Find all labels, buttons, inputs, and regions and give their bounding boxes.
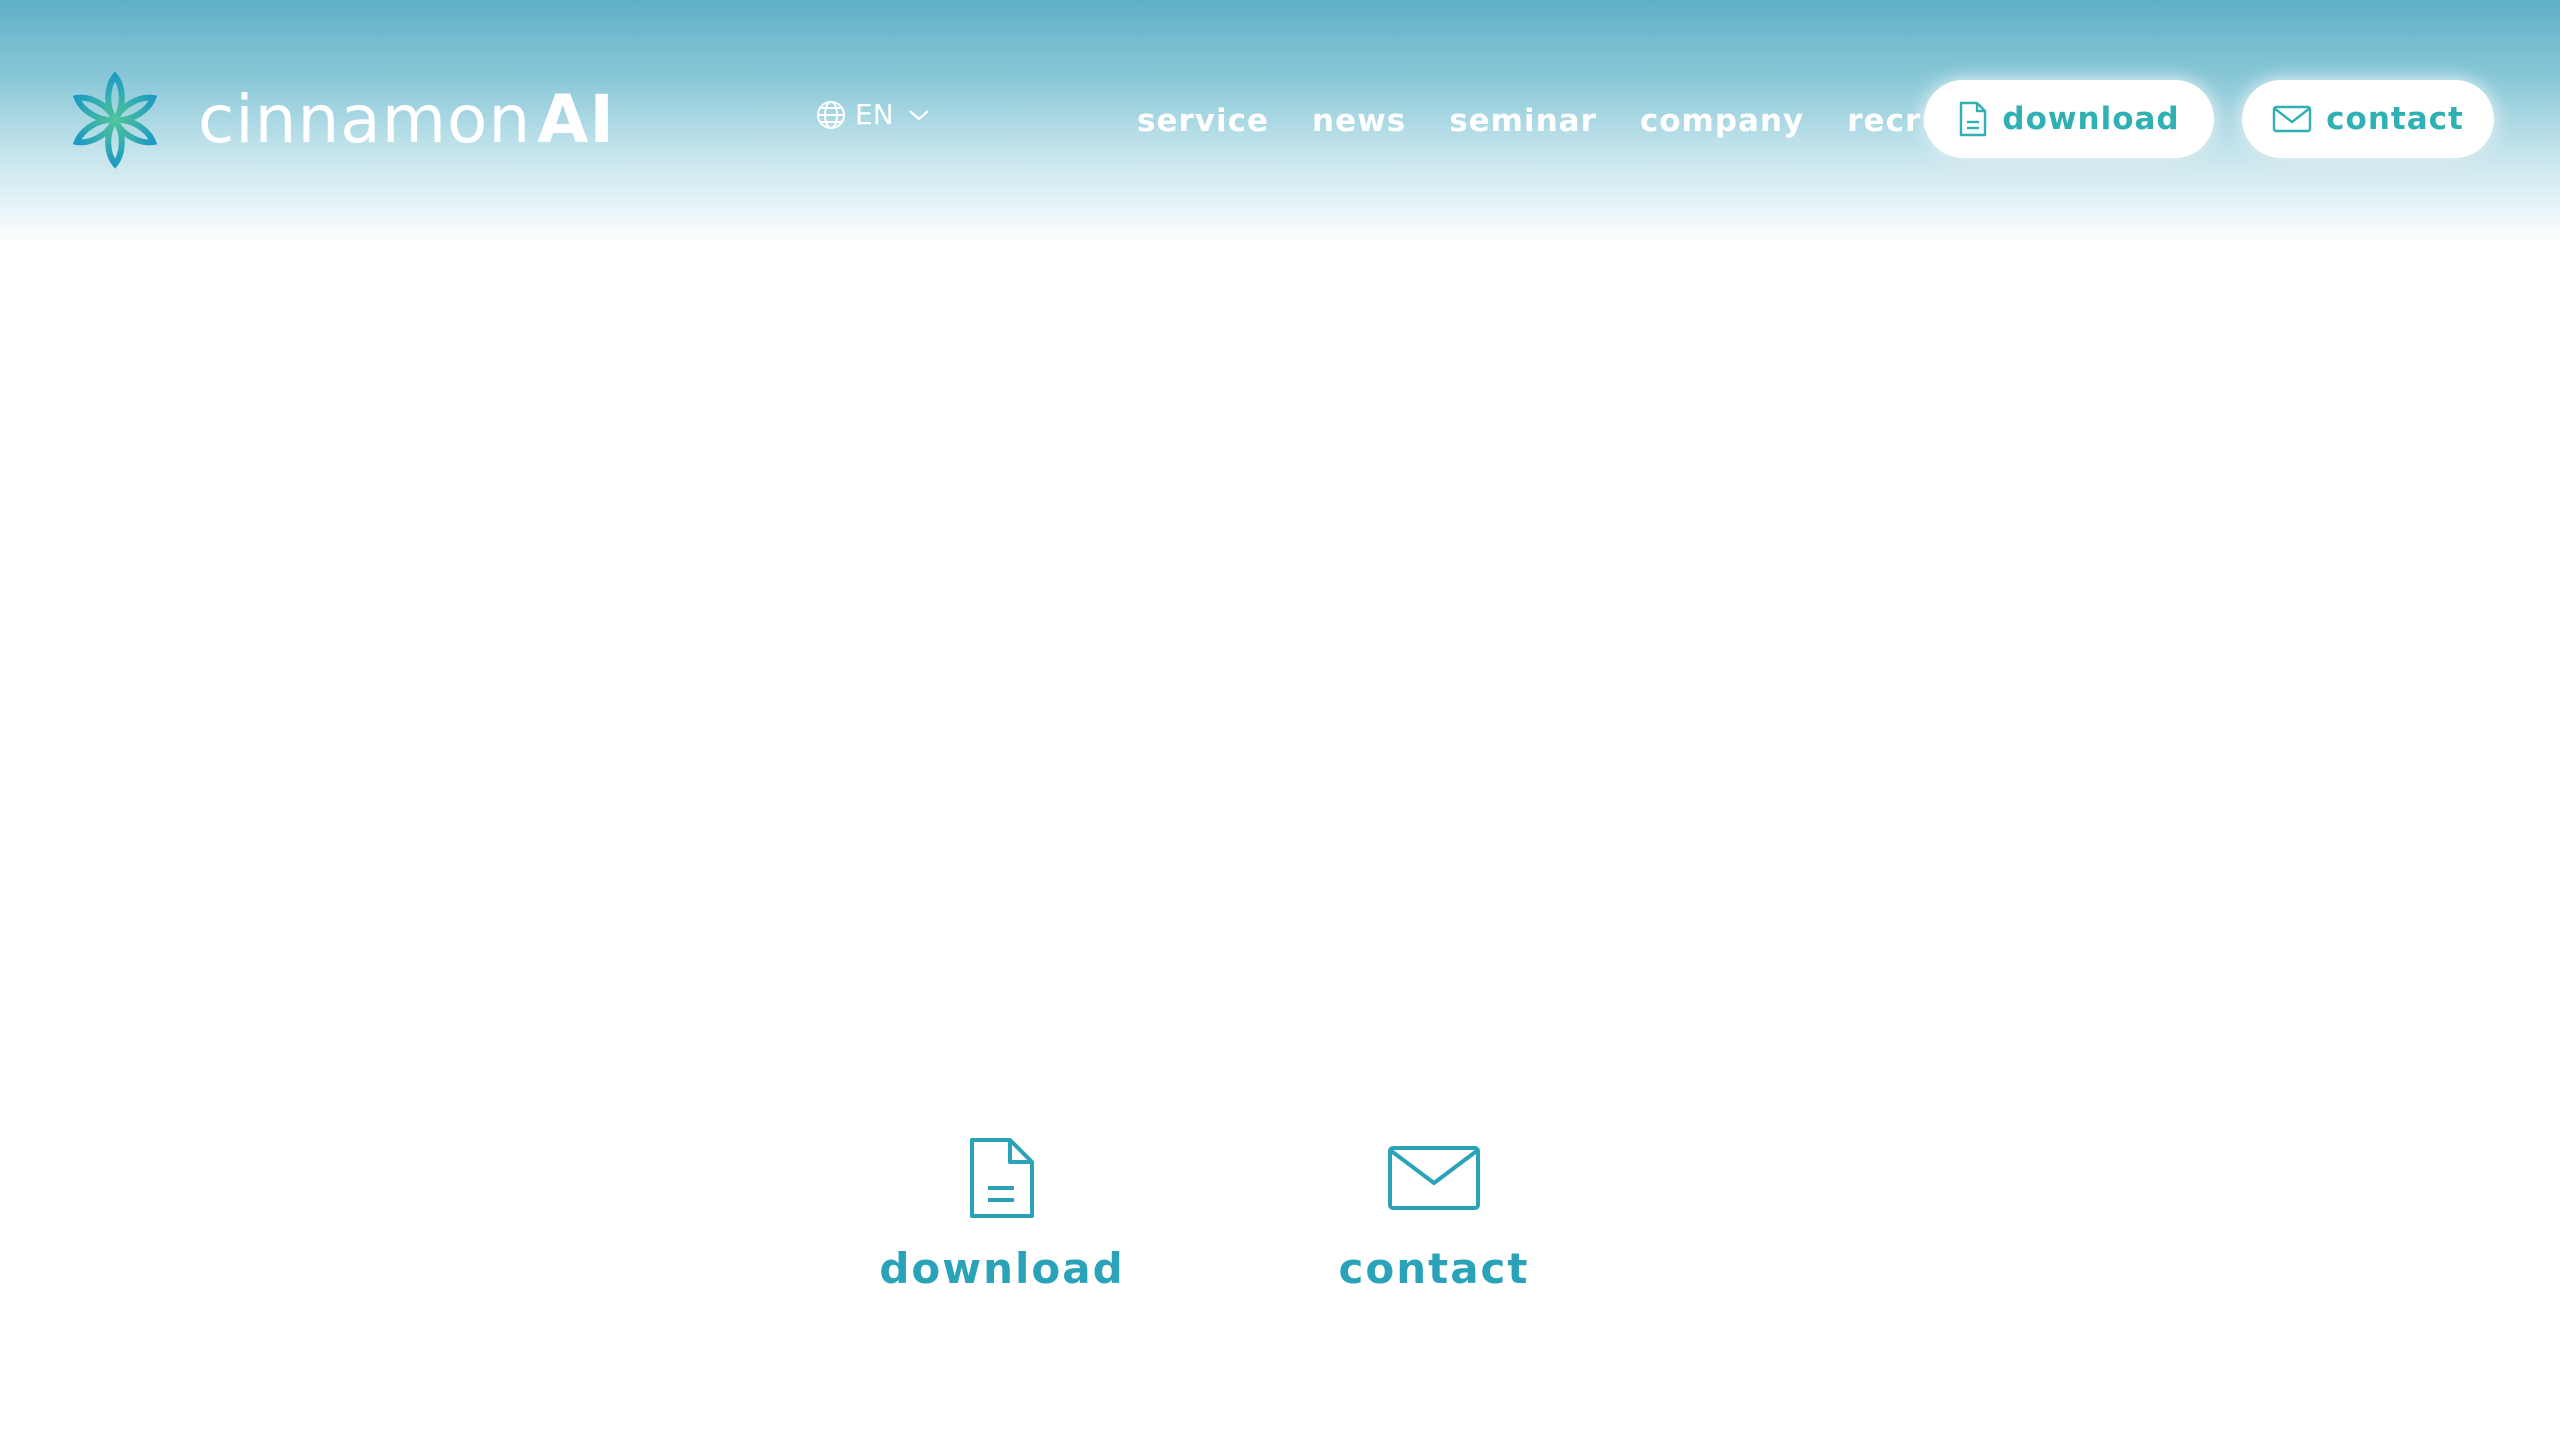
site-logo[interactable]: cinnamonAI [62, 70, 615, 170]
mail-icon [1388, 1146, 1480, 1210]
chevron-down-icon [908, 109, 929, 121]
nav-service[interactable]: service [1137, 100, 1269, 142]
document-icon [970, 1138, 1034, 1218]
mail-icon [2272, 105, 2312, 133]
nav-seminar[interactable]: seminar [1449, 100, 1597, 142]
logo-word: cinnamon [198, 81, 532, 158]
logo-wordmark: cinnamonAI [198, 87, 615, 153]
header-download-button[interactable]: download [1924, 80, 2214, 158]
cta-contact-icon-wrap [1387, 1132, 1481, 1224]
header-download-label: download [2002, 101, 2180, 137]
cta-download-icon-wrap [966, 1132, 1038, 1224]
header-contact-button[interactable]: contact [2242, 80, 2494, 158]
language-selector[interactable]: EN [815, 98, 930, 131]
cta-contact[interactable]: contact [1334, 1132, 1534, 1293]
cta-contact-label: contact [1338, 1244, 1530, 1293]
main-nav: service news seminar company recruit [1137, 100, 1972, 142]
cta-download-label: download [879, 1244, 1125, 1293]
language-current: EN [855, 98, 894, 131]
flower-logo-icon [72, 71, 158, 169]
nav-news[interactable]: news [1312, 100, 1406, 142]
document-icon [1960, 101, 1987, 137]
logo-suffix: AI [537, 81, 615, 158]
cta-download[interactable]: download [879, 1132, 1125, 1293]
site-header: cinnamonAI EN service news seminar compa… [0, 0, 2560, 245]
globe-icon [817, 100, 845, 129]
nav-company[interactable]: company [1640, 100, 1804, 142]
header-contact-label: contact [2326, 101, 2464, 137]
